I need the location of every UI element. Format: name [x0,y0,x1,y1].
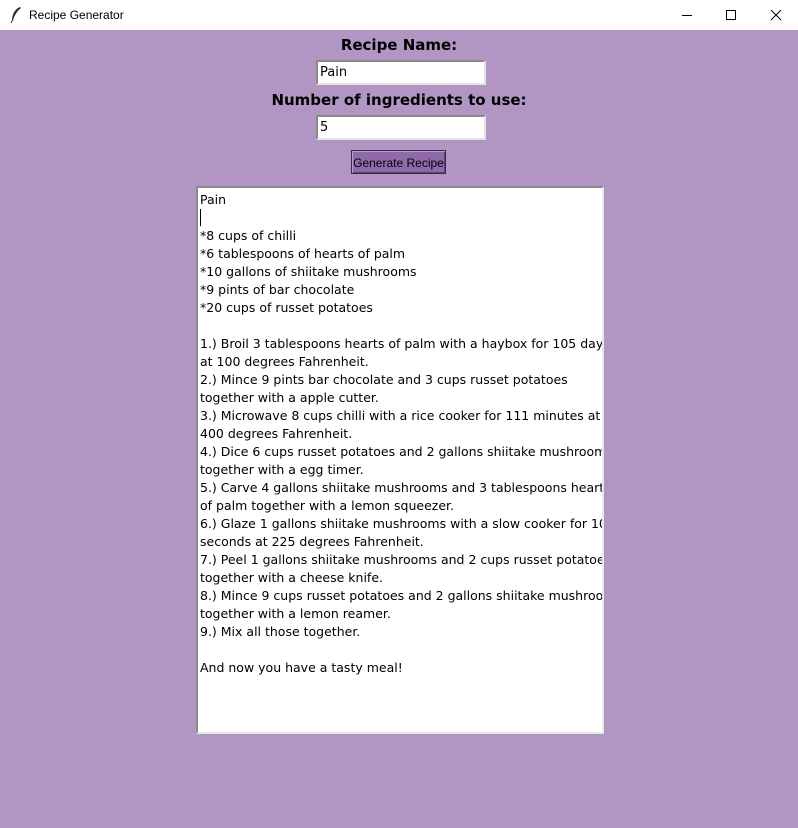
app-window: Recipe Generator Recipe Name: Pain Numbe… [0,0,798,828]
recipe-output-line: *8 cups of chilli [200,228,297,243]
minimize-button[interactable] [664,0,710,30]
recipe-output-line: 2.) Mince 9 pints bar chocolate and 3 cu… [200,372,568,387]
close-icon [770,9,782,21]
recipe-output-line: 400 degrees Fahrenheit. [200,426,353,441]
recipe-output-line: Pain [200,192,227,207]
window-title: Recipe Generator [29,8,124,22]
recipe-output-line: And now you have a tasty meal! [200,660,403,675]
maximize-icon [726,10,736,20]
recipe-output-line [200,317,602,335]
ingredient-count-label: Number of ingredients to use: [271,91,527,109]
recipe-name-label: Recipe Name: [340,36,458,54]
recipe-output-line: together with a apple cutter. [200,390,379,405]
title-bar: Recipe Generator [0,0,798,30]
recipe-output-line: 6.) Glaze 1 gallons shiitake mushrooms w… [200,516,604,531]
recipe-output-line: seconds at 225 degrees Fahrenheit. [200,534,424,549]
recipe-output-line: 9.) Mix all those together. [200,624,361,639]
recipe-output-line: together with a egg timer. [200,462,364,477]
recipe-output-line: *6 tablespoons of hearts of palm [200,246,406,261]
feather-icon [9,6,23,24]
recipe-output-line: at 100 degrees Fahrenheit. [200,354,369,369]
recipe-output-line: 3.) Microwave 8 cups chilli with a rice … [200,408,601,423]
recipe-output-line: 7.) Peel 1 gallons shiitake mushrooms an… [200,552,604,567]
recipe-output-line: of palm together with a lemon squeezer. [200,498,455,513]
recipe-output-line: together with a cheese knife. [200,570,383,585]
maximize-button[interactable] [708,0,754,30]
ingredient-count-input[interactable]: 5 [316,115,486,140]
recipe-output-line: *9 pints of bar chocolate [200,282,355,297]
minimize-icon [682,15,692,16]
recipe-output-line: *20 cups of russet potatoes [200,300,373,315]
recipe-output-line: *10 gallons of shiitake mushrooms [200,264,417,279]
recipe-output-textbox[interactable]: Pain *8 cups of chilli *6 tablespoons of h… [196,186,604,734]
generate-recipe-button[interactable]: Generate Recipe [351,150,446,174]
close-button[interactable] [753,0,798,30]
recipe-output-line: 8.) Mince 9 cups russet potatoes and 2 g… [200,588,604,603]
recipe-output-line [200,641,602,659]
recipe-output-lines: Pain *8 cups of chilli *6 tablespoons of h… [200,191,602,677]
recipe-output-line: together with a lemon reamer. [200,606,391,621]
text-cursor [200,209,201,226]
recipe-output-line: 1.) Broil 3 tablespoons hearts of palm w… [200,336,604,351]
recipe-output-line [200,209,602,227]
recipe-output-line: 4.) Dice 6 cups russet potatoes and 2 ga… [200,444,604,459]
recipe-name-input[interactable]: Pain [316,60,486,85]
recipe-output-line: 5.) Carve 4 gallons shiitake mushrooms a… [200,480,604,495]
